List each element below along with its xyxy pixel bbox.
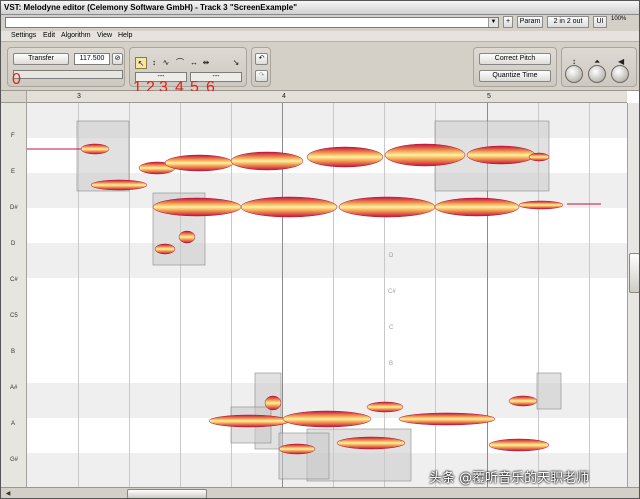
correct-pitch-button[interactable]: Correct Pitch: [479, 53, 551, 65]
pitch-drift-tool-icon[interactable]: ⌒: [174, 57, 186, 69]
pitch-label-f: F: [11, 133, 15, 139]
scroll-left-icon[interactable]: ◀: [3, 489, 13, 498]
vertical-scroll-thumb[interactable]: [629, 253, 639, 293]
toolbar: Transfer 117.500 ⊘ 0 ↖ ↕ ∿ ⌒ ↔ ⇹ ↘ --- -…: [1, 43, 639, 96]
transfer-status: [13, 70, 123, 79]
note-blob: [336, 436, 406, 450]
note-grid[interactable]: D C# C B: [27, 103, 627, 487]
volume-knob[interactable]: [611, 65, 629, 83]
note-blob: [282, 410, 372, 428]
main-tool-icon[interactable]: ↖: [135, 57, 147, 69]
annotation-marker-0: 0: [12, 71, 21, 88]
melodyne-window: VST: Melodyne editor (Celemony Software …: [0, 0, 640, 499]
ruler-bar-5: 5: [487, 93, 491, 100]
note-separation-tool-icon[interactable]: ↘: [230, 57, 242, 69]
horizontal-scroll-thumb[interactable]: [127, 489, 207, 498]
tempo-field[interactable]: 117.500: [74, 53, 110, 65]
window-title: VST: Melodyne editor (Celemony Software …: [4, 3, 297, 12]
note-blob: [488, 438, 550, 452]
blob-layer: [27, 120, 601, 482]
formant-knob[interactable]: [588, 65, 606, 83]
quantize-time-button[interactable]: Quantize Time: [479, 70, 551, 82]
param-button[interactable]: Param: [517, 16, 543, 28]
note-editor: 3 4 5 F E D# D C# C5 B A# A G# D C# C B: [1, 91, 639, 487]
note-blob: [80, 143, 110, 155]
time-ruler[interactable]: 3 4 5: [27, 91, 627, 103]
chevron-down-icon[interactable]: ▼: [488, 18, 498, 27]
note-blob: [240, 196, 338, 218]
note-blob: [508, 395, 538, 407]
ruler-bar-4: 4: [282, 93, 286, 100]
undo-icon[interactable]: ↶: [255, 53, 268, 65]
pitch-label-g-sharp: G#: [10, 457, 19, 463]
menu-algorithm[interactable]: Algorithm: [61, 32, 91, 39]
pitch-label-b: B: [11, 349, 16, 355]
note-box: [536, 372, 562, 410]
note-blob: [366, 401, 404, 413]
add-button[interactable]: +: [503, 16, 513, 28]
pitch-label-c-sharp: C#: [10, 277, 18, 283]
ui-button[interactable]: UI: [593, 16, 607, 28]
horizontal-scrollbar[interactable]: ◀: [1, 487, 639, 498]
note-blob: [152, 197, 242, 217]
vertical-scrollbar[interactable]: [627, 103, 639, 487]
menu-view[interactable]: View: [97, 32, 112, 39]
pitch-knob[interactable]: [565, 65, 583, 83]
note-box: [278, 432, 330, 480]
time-tool-icon[interactable]: ↔: [188, 57, 200, 69]
corner: [1, 91, 27, 103]
ruler-bar-3: 3: [77, 93, 81, 100]
pitch-label-c5: C5: [10, 313, 18, 319]
menu-help[interactable]: Help: [118, 32, 132, 39]
note-blob: [230, 151, 304, 171]
menu-bar: Settings Edit Algorithm View Help: [1, 31, 639, 42]
pitch-label-e: E: [11, 169, 16, 175]
note-blob: [306, 146, 384, 168]
note-blob: [164, 154, 234, 172]
note-blob: [90, 179, 148, 191]
title-bar: VST: Melodyne editor (Celemony Software …: [1, 1, 639, 15]
note-blob: [338, 196, 436, 218]
pitch-label-d-sharp: D#: [10, 205, 18, 211]
note-blob: [434, 197, 520, 217]
note-blob: [528, 152, 550, 162]
note-blob: [264, 395, 282, 411]
note-blob: [208, 414, 290, 428]
pitch-label-d: D: [11, 241, 16, 247]
link-icon[interactable]: ⊘: [112, 53, 123, 65]
undo-panel: ↶ ↷: [251, 47, 271, 87]
zoom-percent: 100%: [611, 16, 627, 22]
note-blob: [154, 243, 176, 255]
plugin-top-strip: ▼ + Param 2 in 2 out UI 100%: [1, 15, 639, 31]
pitch-tool-icon[interactable]: ↕: [148, 57, 160, 69]
note-blob: [278, 443, 316, 455]
note-blob: [466, 145, 536, 165]
note-blob: [518, 200, 564, 210]
preset-select[interactable]: ▼: [5, 17, 499, 28]
redo-icon[interactable]: ↷: [255, 70, 268, 82]
watermark: 头条 @覆听音乐的天职老师: [429, 471, 590, 486]
io-button[interactable]: 2 in 2 out: [547, 16, 589, 28]
note-blob: [398, 412, 496, 426]
menu-settings[interactable]: Settings: [11, 32, 36, 39]
pitch-label-a: A: [11, 421, 16, 427]
pitch-label-a-sharp: A#: [10, 385, 18, 391]
pitch-modulation-tool-icon[interactable]: ∿: [160, 57, 172, 69]
correction-panel: Correct Pitch Quantize Time: [473, 47, 557, 87]
time-handle-tool-icon[interactable]: ⇹: [200, 57, 212, 69]
pitch-ruler[interactable]: F E D# D C# C5 B A# A G#: [1, 103, 27, 487]
note-blob: [178, 230, 196, 244]
transfer-button[interactable]: Transfer: [13, 53, 69, 65]
note-blob: [384, 143, 466, 167]
transfer-panel: Transfer 117.500 ⊘: [7, 47, 125, 87]
menu-edit[interactable]: Edit: [43, 32, 55, 39]
